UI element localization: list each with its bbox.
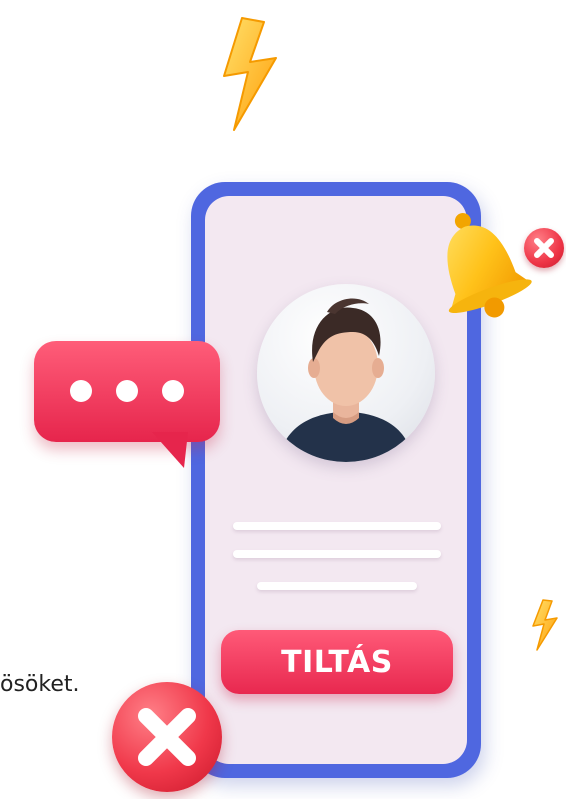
partial-caption-text: ösöket. bbox=[0, 672, 80, 697]
placeholder-text-line bbox=[233, 522, 441, 530]
close-icon bbox=[138, 708, 196, 766]
chat-bubble-tail bbox=[152, 432, 188, 468]
cancel-button[interactable] bbox=[112, 682, 222, 792]
placeholder-text-line bbox=[233, 550, 441, 558]
bell-icon bbox=[447, 213, 532, 318]
lightning-bolt-icon bbox=[223, 17, 277, 131]
typing-dot bbox=[116, 380, 138, 402]
block-button[interactable]: TILTÁS bbox=[221, 630, 453, 694]
placeholder-text-line bbox=[257, 582, 417, 590]
user-avatar-icon bbox=[279, 298, 413, 462]
typing-dot bbox=[70, 380, 92, 402]
avatar bbox=[257, 284, 435, 462]
chat-bubble-icon bbox=[34, 341, 220, 442]
lightning-bolt-icon bbox=[532, 599, 558, 651]
close-icon bbox=[524, 228, 564, 268]
typing-dot bbox=[162, 380, 184, 402]
